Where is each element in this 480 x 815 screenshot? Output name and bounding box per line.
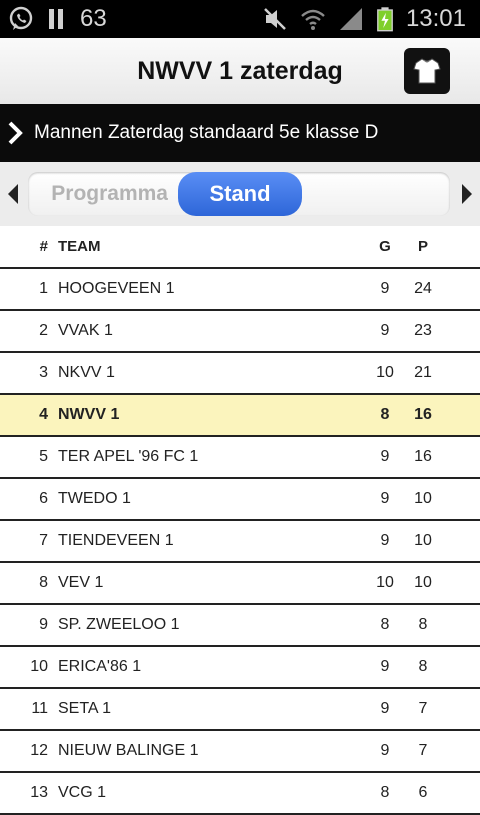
games-cell: 10 (376, 574, 394, 591)
points-cell: 6 (418, 784, 428, 801)
rank-cell: 6 (39, 490, 48, 507)
team-cell: NKVV 1 (58, 364, 115, 381)
team-cell: SETA 1 (58, 700, 112, 717)
games-cell: 9 (380, 448, 390, 465)
table-row[interactable]: 6 TWEDO 1 9 10 (0, 479, 480, 521)
rank-cell: 11 (31, 700, 48, 717)
arrow-left-icon[interactable] (6, 182, 20, 206)
table-row[interactable]: 9 SP. ZWEELOO 1 8 8 (0, 605, 480, 647)
points-cell: 24 (414, 280, 432, 297)
rank-cell: 7 (39, 532, 48, 549)
battery-charging-icon (377, 7, 393, 32)
points-cell: 7 (418, 700, 428, 717)
games-cell: 9 (380, 490, 390, 507)
table-header: # TEAM G P (0, 226, 480, 269)
team-cell: SP. ZWEELOO 1 (58, 616, 180, 633)
table-row[interactable]: 13 VCG 1 8 6 (0, 773, 480, 815)
table-row[interactable]: 3 NKVV 1 10 21 (0, 353, 480, 395)
status-bar-right: 13:01 (262, 6, 466, 32)
table-row[interactable]: 11 SETA 1 9 7 (0, 689, 480, 731)
clock: 13:01 (405, 5, 466, 32)
points-cell: 16 (414, 448, 432, 465)
team-cell: TIENDEVEEN 1 (58, 532, 174, 549)
table-row[interactable]: 10 ERICA'86 1 9 8 (0, 647, 480, 689)
points-cell: 8 (418, 616, 428, 633)
wifi-icon (301, 9, 325, 30)
rank-cell: 1 (39, 280, 48, 297)
team-cell: VCG 1 (58, 784, 107, 801)
team-cell: NWVV 1 (58, 406, 120, 423)
points-cell: 21 (414, 364, 432, 381)
whatsapp-icon (9, 6, 33, 30)
games-cell: 9 (380, 532, 390, 549)
status-bar-left: 63 (8, 6, 107, 32)
points-cell: 8 (418, 658, 428, 675)
points-cell: 10 (414, 532, 432, 549)
team-cell: VEV 1 (58, 574, 104, 591)
team-shirt-button[interactable] (404, 48, 450, 94)
tab-track: Programma Stand (28, 172, 450, 216)
games-cell: 8 (380, 616, 390, 633)
rank-cell: 5 (39, 448, 48, 465)
table-row[interactable]: 2 VVAK 1 9 23 (0, 311, 480, 353)
rank-cell: 4 (39, 406, 48, 423)
games-cell: 9 (380, 658, 390, 675)
tab-stand[interactable]: Stand (178, 172, 302, 216)
points-cell: 10 (414, 490, 432, 507)
chevron-right-icon (8, 121, 23, 145)
tab-bar: Programma Stand (0, 162, 480, 226)
points-cell: 10 (414, 574, 432, 591)
team-cell: VVAK 1 (58, 322, 113, 339)
col-points-header: P (417, 238, 428, 255)
table-row[interactable]: 12 NIEUW BALINGE 1 9 7 (0, 731, 480, 773)
rank-cell: 2 (39, 322, 48, 339)
col-team-header: TEAM (58, 238, 101, 255)
games-cell: 9 (380, 280, 390, 297)
table-row[interactable]: 7 TIENDEVEEN 1 9 10 (0, 521, 480, 563)
tab-programma[interactable]: Programma (28, 172, 168, 216)
mute-icon (264, 8, 286, 30)
rank-cell: 10 (30, 658, 48, 675)
points-cell: 16 (414, 406, 432, 423)
team-cell: TER APEL '96 FC 1 (58, 448, 199, 465)
table-row[interactable]: 5 TER APEL '96 FC 1 9 16 (0, 437, 480, 479)
games-cell: 8 (380, 784, 390, 801)
team-cell: ERICA'86 1 (58, 658, 142, 675)
rank-cell: 8 (39, 574, 48, 591)
games-cell: 9 (380, 700, 390, 717)
table-row[interactable]: 8 VEV 1 10 10 (0, 563, 480, 605)
games-cell: 10 (376, 364, 394, 381)
league-selector[interactable]: Mannen Zaterdag standaard 5e klasse D (0, 104, 480, 162)
points-cell: 7 (418, 742, 428, 759)
pause-icon (49, 9, 63, 29)
games-cell: 8 (380, 406, 390, 423)
team-cell: HOOGEVEEN 1 (58, 280, 175, 297)
team-cell: NIEUW BALINGE 1 (58, 742, 199, 759)
league-label: Mannen Zaterdag standaard 5e klasse D (34, 122, 379, 143)
standings-table: # TEAM G P 1 HOOGEVEEN 1 9 24 2 VVAK 1 9 23 3 NKV… (0, 226, 480, 815)
points-cell: 23 (414, 322, 432, 339)
rank-cell: 9 (39, 616, 48, 633)
games-cell: 9 (380, 742, 390, 759)
rank-cell: 12 (30, 742, 48, 759)
col-games-header: G (379, 238, 391, 255)
arrow-right-icon[interactable] (460, 182, 474, 206)
table-row[interactable]: 4 NWVV 1 8 16 (0, 395, 480, 437)
rank-cell: 13 (30, 784, 48, 801)
status-bar: 63 13:01 (0, 0, 480, 38)
notification-count: 63 (80, 5, 107, 32)
app-header: NWVV 1 zaterdag (0, 38, 480, 105)
table-row[interactable]: 1 HOOGEVEEN 1 9 24 (0, 269, 480, 311)
rank-cell: 3 (39, 364, 48, 381)
shirt-icon (413, 58, 441, 84)
games-cell: 9 (380, 322, 390, 339)
col-rank-header: # (39, 238, 48, 255)
team-cell: TWEDO 1 (58, 490, 131, 507)
signal-icon (339, 8, 362, 30)
